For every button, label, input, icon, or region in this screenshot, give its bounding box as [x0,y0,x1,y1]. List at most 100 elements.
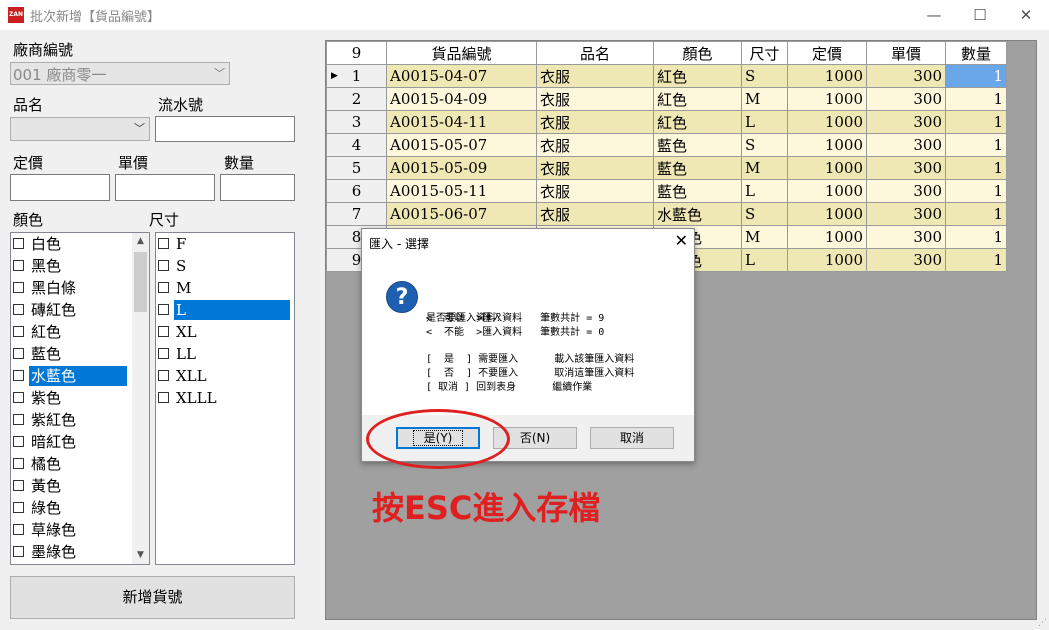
checkbox[interactable] [158,304,169,315]
color-item[interactable]: 橘色 [11,453,149,475]
column-header[interactable]: 數量 [945,41,1007,65]
column-header[interactable]: 貨品編號 [386,41,537,65]
row-header[interactable]: 5 [326,156,387,180]
list-price-input[interactable] [10,174,110,201]
color-list-scrollbar[interactable]: ▲ ▼ [132,233,149,564]
checkbox[interactable] [158,392,169,403]
checkbox[interactable] [13,414,24,425]
minimize-button[interactable]: — [911,2,957,28]
product-combo[interactable]: ﹀ [10,117,150,141]
checkbox[interactable] [158,260,169,271]
table-cell: 藍色 [653,179,742,203]
table-row[interactable]: 4 A0015-05-07 衣服 藍色 S 1000 300 1 [326,133,1007,157]
table-cell: 1000 [787,248,867,272]
column-header[interactable]: 品名 [536,41,654,65]
table-cell: 300 [866,133,946,157]
color-item[interactable]: 黑白條 [11,277,149,299]
scroll-down-icon[interactable]: ▼ [132,547,149,564]
color-item[interactable]: 草綠色 [11,519,149,541]
size-item[interactable]: LL [156,343,294,365]
color-item[interactable]: 磚紅色 [11,299,149,321]
unit-price-input[interactable] [115,174,215,201]
table-cell: 300 [866,87,946,111]
column-header[interactable]: 定價 [787,41,867,65]
color-item[interactable]: 綠色 [11,497,149,519]
table-cell: 衣服 [536,156,654,180]
checkbox[interactable] [13,392,24,403]
checkbox[interactable] [158,370,169,381]
color-item[interactable]: 紫色 [11,387,149,409]
table-cell: 1 [945,133,1007,157]
size-item[interactable]: F [156,233,294,255]
dialog-line5: [ 取消 ] 回到表身 繼續作業 [426,382,593,393]
color-item[interactable]: 黑色 [11,255,149,277]
color-item[interactable]: 墨綠色 [11,541,149,563]
checkbox[interactable] [13,524,24,535]
color-list[interactable]: 墨綠色 草綠色 綠色 黃色 橘色 暗紅色 紫紅色 紫色 水藍色 藍色 紅色 磚紅色 黑白條 黑色 白色 ▲ … [10,232,150,565]
table-row[interactable]: 5 A0015-05-09 衣服 藍色 M 1000 300 1 [326,156,1007,180]
table-cell: 衣服 [536,133,654,157]
color-item[interactable]: 藍色 [11,343,149,365]
table-row[interactable]: 2 A0015-04-09 衣服 紅色 M 1000 300 1 [326,87,1007,111]
checkbox[interactable] [158,282,169,293]
table-row[interactable]: 1 ▶ A0015-04-07 衣服 紅色 S 1000 300 1 [326,64,1007,88]
color-item-label: 暗紅色 [31,433,77,451]
color-item-label: 橘色 [31,455,62,473]
checkbox[interactable] [13,436,24,447]
color-item[interactable]: 水藍色 [11,365,149,387]
color-item[interactable]: 紫紅色 [11,409,149,431]
checkbox[interactable] [13,304,24,315]
checkbox[interactable] [13,326,24,337]
cancel-button[interactable]: 取消 [590,427,674,449]
checkbox[interactable] [13,370,24,381]
size-item[interactable]: S [156,255,294,277]
vendor-combo[interactable]: 001 廠商零一 ﹀ [10,62,230,85]
maximize-button[interactable]: ☐ [957,2,1003,28]
checkbox[interactable] [13,502,24,513]
column-header[interactable]: 尺寸 [741,41,788,65]
table-cell: S [741,133,788,157]
checkbox[interactable] [13,546,24,557]
size-item[interactable]: M [156,277,294,299]
color-item[interactable]: 紅色 [11,321,149,343]
color-item[interactable]: 暗紅色 [11,431,149,453]
row-header[interactable]: 7 [326,202,387,226]
size-item[interactable]: L [156,299,294,321]
checkbox[interactable] [158,326,169,337]
checkbox[interactable] [158,238,169,249]
color-item[interactable]: 黃色 [11,475,149,497]
row-header[interactable]: 2 [326,87,387,111]
color-item[interactable]: 白色 [11,233,149,255]
row-header[interactable]: 6 [326,179,387,203]
table-cell: 藍色 [653,156,742,180]
serial-input[interactable] [155,116,295,142]
checkbox[interactable] [13,282,24,293]
checkbox[interactable] [13,480,24,491]
add-item-button[interactable]: 新增貨號 [10,576,295,619]
close-button[interactable]: ✕ [1003,2,1049,28]
table-cell: 300 [866,64,946,88]
size-item[interactable]: XLLL [156,387,294,409]
dialog-line2: < 不能 >匯入資料 筆數共計 = 0 [426,327,605,338]
checkbox[interactable] [13,348,24,359]
resize-grip-icon[interactable]: ⋰ [1038,618,1047,628]
row-header[interactable]: 1 ▶ [326,64,387,88]
checkbox[interactable] [13,458,24,469]
checkbox[interactable] [13,238,24,249]
scroll-thumb[interactable] [134,252,147,312]
size-list[interactable]: XLLL XLL LL XL L M S F [155,232,295,565]
scroll-up-icon[interactable]: ▲ [132,233,149,250]
dialog-close-button[interactable]: ✕ [675,231,688,250]
quantity-input[interactable] [220,174,295,201]
table-row[interactable]: 3 A0015-04-11 衣服 紅色 L 1000 300 1 [326,110,1007,134]
table-row[interactable]: 6 A0015-05-11 衣服 藍色 L 1000 300 1 [326,179,1007,203]
checkbox[interactable] [13,260,24,271]
column-header[interactable]: 單價 [866,41,946,65]
column-header[interactable]: 顏色 [653,41,742,65]
row-header[interactable]: 3 [326,110,387,134]
row-header[interactable]: 4 [326,133,387,157]
size-item[interactable]: XLL [156,365,294,387]
size-item[interactable]: XL [156,321,294,343]
checkbox[interactable] [158,348,169,359]
table-row[interactable]: 7 A0015-06-07 衣服 水藍色 S 1000 300 1 [326,202,1007,226]
